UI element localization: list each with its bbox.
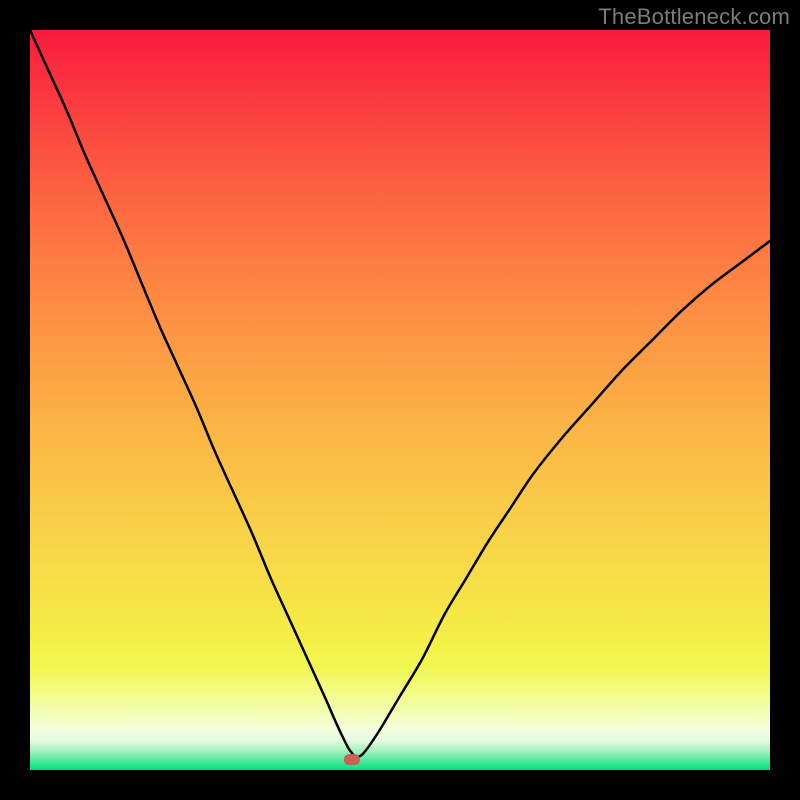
bottleneck-curve <box>30 30 770 757</box>
chart-canvas: TheBottleneck.com <box>0 0 800 800</box>
plot-area <box>30 30 770 770</box>
optimal-point-marker <box>344 754 360 765</box>
watermark-text: TheBottleneck.com <box>598 4 790 30</box>
curve-layer <box>30 30 770 770</box>
